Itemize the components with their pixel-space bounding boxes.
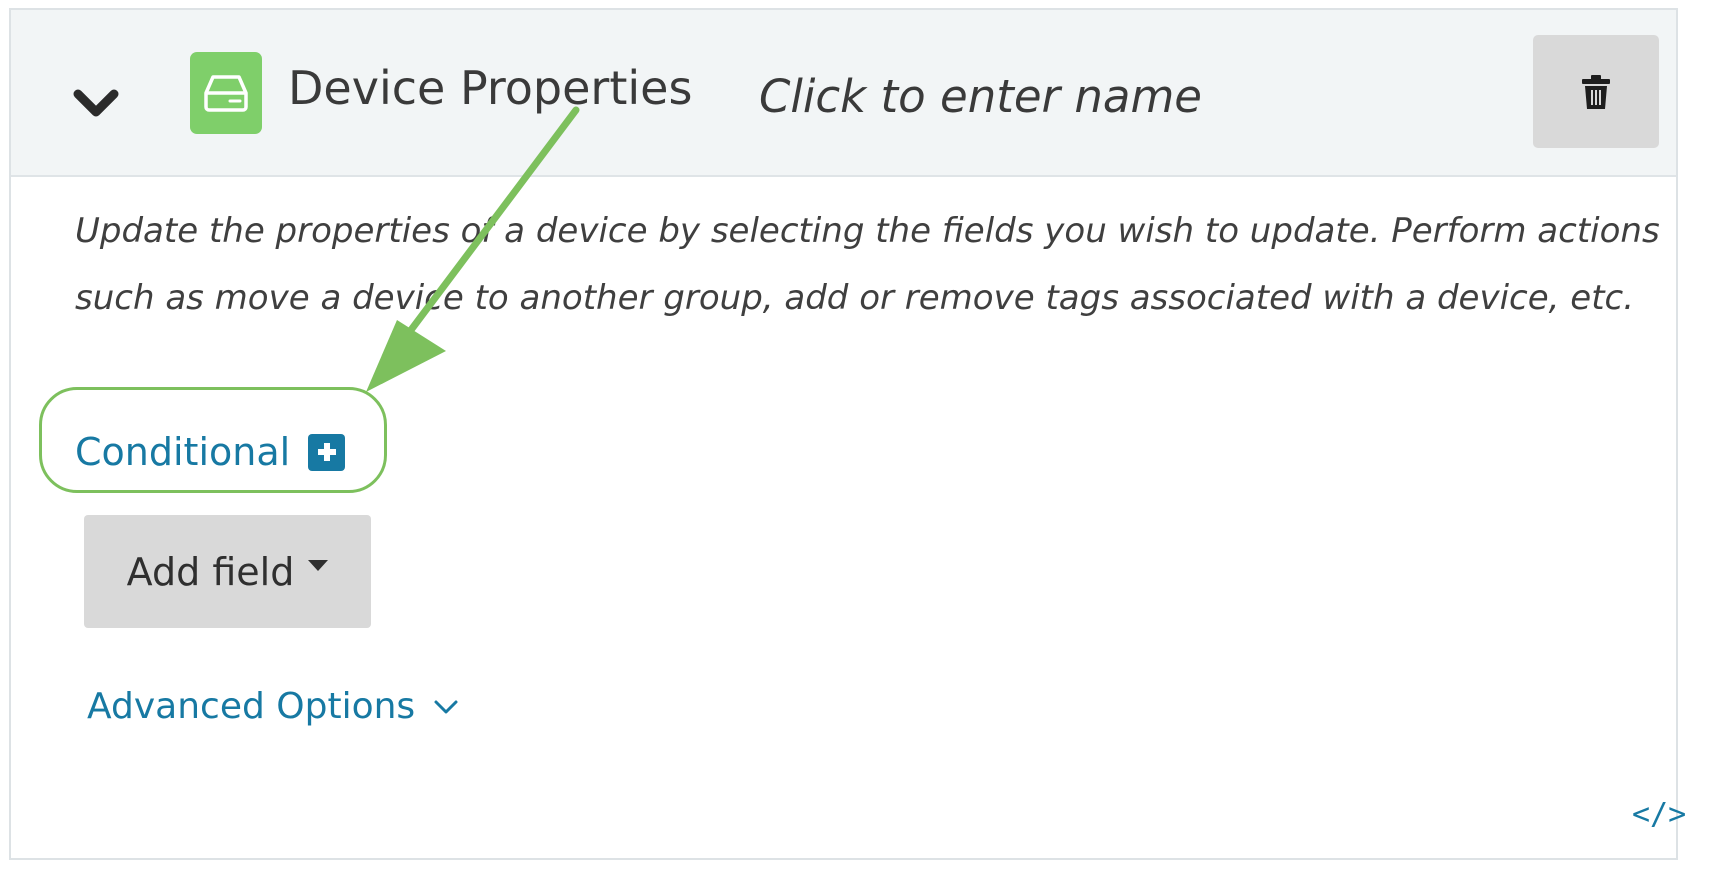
drive-icon	[190, 52, 262, 134]
collapse-toggle[interactable]	[63, 70, 129, 136]
chevron-down-icon	[73, 89, 119, 117]
block-name-input[interactable]	[759, 61, 1399, 131]
delete-button[interactable]	[1533, 35, 1659, 148]
block-header: Device Properties	[11, 10, 1676, 177]
plus-square-icon[interactable]	[308, 433, 346, 471]
chevron-down-icon	[434, 700, 458, 713]
block-description: Update the properties of a device by sel…	[75, 211, 1660, 318]
add-field-button[interactable]: Add field	[84, 515, 371, 628]
block-title: Device Properties	[288, 61, 693, 115]
advanced-options-label: Advanced Options	[87, 686, 416, 727]
device-properties-block: Device Properties Update the properties …	[9, 8, 1686, 860]
caret-down-icon	[308, 560, 329, 571]
conditional-add-link[interactable]: Conditional	[75, 430, 346, 474]
conditional-label: Conditional	[75, 430, 291, 474]
advanced-options-toggle[interactable]: Advanced Options	[87, 686, 459, 727]
trash-icon	[1582, 74, 1610, 109]
code-icon[interactable]: </>	[1632, 797, 1686, 832]
add-field-label: Add field	[126, 549, 295, 594]
